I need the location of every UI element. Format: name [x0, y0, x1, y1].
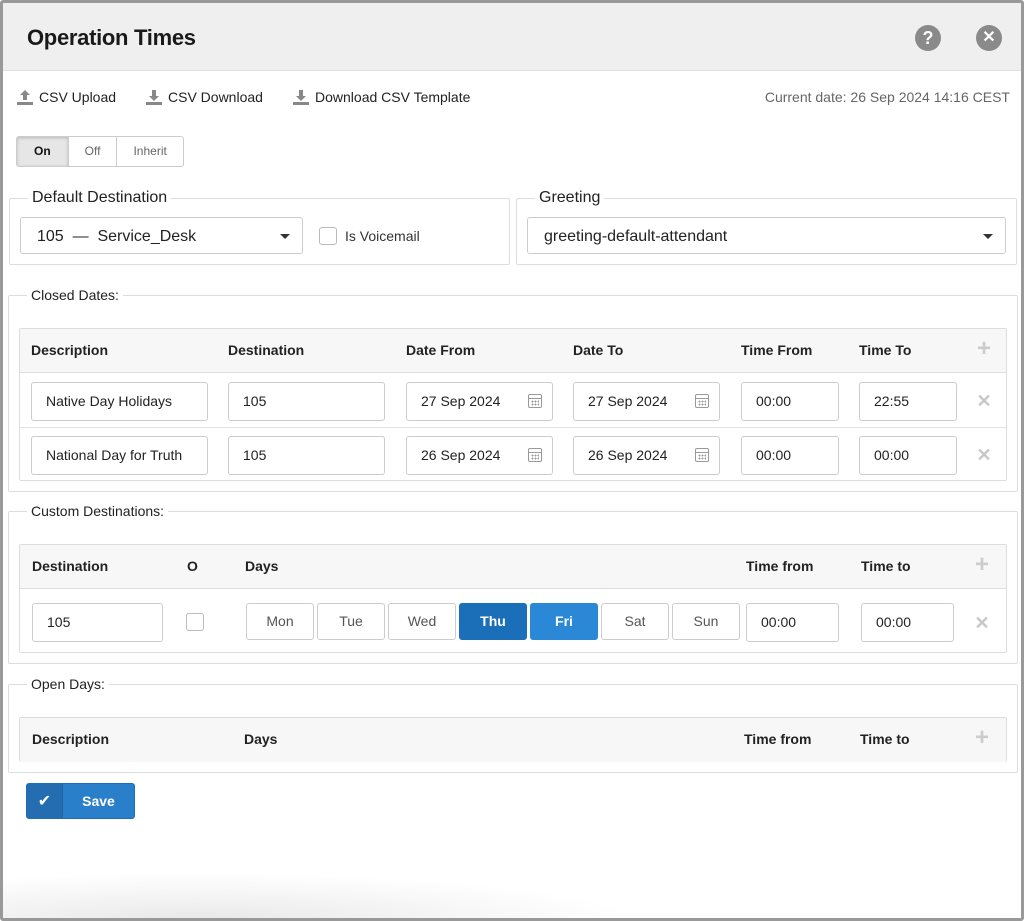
- closed-dates-legend: Closed Dates:: [31, 287, 119, 303]
- day-mon[interactable]: Mon: [246, 603, 314, 640]
- col-description: Description: [32, 731, 110, 747]
- time-to-input[interactable]: 00:00: [861, 603, 954, 642]
- col-time-from: Time From: [741, 342, 813, 358]
- date-to-value: 26 Sep 2024: [588, 447, 668, 463]
- date-from-value: 26 Sep 2024: [421, 447, 501, 463]
- greeting-legend: Greeting: [539, 189, 601, 206]
- closed-dates-header: Description Destination Date From Date T…: [20, 329, 1006, 373]
- help-icon[interactable]: ?: [915, 25, 941, 51]
- calendar-icon[interactable]: [528, 448, 542, 462]
- download-icon: [292, 88, 310, 106]
- col-time-to: Time To: [859, 342, 912, 358]
- date-from-input[interactable]: 27 Sep 2024: [406, 382, 553, 421]
- date-from-input[interactable]: 26 Sep 2024: [406, 436, 553, 475]
- date-from-value: 27 Sep 2024: [421, 393, 501, 409]
- csv-download-label: CSV Download: [168, 89, 263, 105]
- default-destination-select[interactable]: 105 — Service_Desk: [20, 217, 303, 254]
- day-sat[interactable]: Sat: [601, 603, 669, 640]
- voicemail-checkbox[interactable]: [319, 227, 337, 245]
- time-from-input[interactable]: 00:00: [741, 382, 839, 421]
- chevron-down-icon: [983, 234, 993, 239]
- col-time-from: Time from: [746, 558, 814, 574]
- calendar-icon[interactable]: [695, 448, 709, 462]
- time-from-input[interactable]: 00:00: [741, 436, 839, 475]
- date-to-input[interactable]: 27 Sep 2024: [573, 382, 720, 421]
- dialog-header: Operation Times ? ✕: [3, 3, 1021, 71]
- add-custom-destination-button[interactable]: +: [972, 553, 992, 577]
- table-row: National Day for Truth 105 26 Sep 2024 2…: [20, 428, 1006, 482]
- day-wed[interactable]: Wed: [388, 603, 456, 640]
- custom-destinations-header: Destination O Days Time from Time to +: [20, 545, 1006, 589]
- time-to-input[interactable]: 00:00: [859, 436, 957, 475]
- time-to-input[interactable]: 22:55: [859, 382, 957, 421]
- table-row: Native Day Holidays 105 27 Sep 2024 27 S…: [20, 374, 1006, 428]
- col-description: Description: [31, 342, 109, 358]
- date-to-value: 27 Sep 2024: [588, 393, 668, 409]
- save-button[interactable]: ✔ Save: [26, 783, 135, 819]
- description-input[interactable]: Native Day Holidays: [31, 382, 208, 421]
- check-icon: ✔: [27, 784, 63, 818]
- col-o: O: [187, 558, 198, 574]
- current-date: Current date: 26 Sep 2024 14:16 CEST: [764, 89, 1010, 105]
- remove-row-icon[interactable]: ✕: [976, 446, 992, 464]
- destination-input[interactable]: 105: [228, 382, 385, 421]
- description-input[interactable]: National Day for Truth: [31, 436, 208, 475]
- operation-times-dialog: Operation Times ? ✕ CSV Upload CSV Downl…: [0, 0, 1024, 921]
- col-time-to: Time to: [860, 731, 910, 747]
- col-date-to: Date To: [573, 342, 624, 358]
- day-fri[interactable]: Fri: [530, 603, 598, 640]
- o-checkbox[interactable]: [186, 613, 204, 631]
- custom-destinations-table: Destination O Days Time from Time to + 1…: [19, 544, 1007, 653]
- day-thu[interactable]: Thu: [459, 603, 527, 640]
- col-destination: Destination: [228, 342, 305, 358]
- col-date-from: Date From: [406, 342, 476, 358]
- open-days-legend: Open Days:: [31, 676, 105, 692]
- closed-dates-table: Description Destination Date From Date T…: [19, 328, 1007, 481]
- add-closed-date-button[interactable]: +: [974, 337, 994, 361]
- bottom-shadow: [3, 873, 643, 918]
- dialog-title: Operation Times: [27, 25, 196, 50]
- col-time-from: Time from: [744, 731, 812, 747]
- col-days: Days: [244, 731, 278, 747]
- add-open-day-button[interactable]: +: [972, 726, 992, 750]
- calendar-icon[interactable]: [695, 394, 709, 408]
- download-icon: [145, 88, 163, 106]
- open-days-table: Description Days Time from Time to +: [19, 717, 1007, 762]
- voicemail-label: Is Voicemail: [345, 228, 420, 244]
- date-to-input[interactable]: 26 Sep 2024: [573, 436, 720, 475]
- destination-input[interactable]: 105: [32, 603, 163, 642]
- toggle-inherit[interactable]: Inherit: [117, 137, 183, 166]
- col-destination: Destination: [32, 558, 109, 574]
- greeting-value: greeting-default-attendant: [544, 228, 728, 245]
- mode-toggle: On Off Inherit: [16, 136, 184, 167]
- csv-upload-link[interactable]: CSV Upload: [16, 85, 116, 109]
- time-from-input[interactable]: 00:00: [746, 603, 839, 642]
- day-tue[interactable]: Tue: [317, 603, 385, 640]
- col-time-to: Time to: [861, 558, 911, 574]
- table-row: 105 Mon Tue Wed Thu Fri Sat Sun 00:00 00…: [20, 590, 1006, 654]
- calendar-icon[interactable]: [528, 394, 542, 408]
- open-days-header: Description Days Time from Time to +: [20, 718, 1006, 762]
- custom-destinations-legend: Custom Destinations:: [31, 503, 165, 519]
- csv-download-link[interactable]: CSV Download: [145, 85, 263, 109]
- default-destination-value: 105 — Service_Desk: [37, 228, 197, 245]
- remove-row-icon[interactable]: ✕: [974, 614, 990, 632]
- greeting-select[interactable]: greeting-default-attendant: [527, 217, 1006, 254]
- destination-input[interactable]: 105: [228, 436, 385, 475]
- upload-icon: [16, 88, 34, 106]
- col-days: Days: [245, 558, 279, 574]
- download-template-link[interactable]: Download CSV Template: [292, 85, 470, 109]
- chevron-down-icon: [280, 234, 290, 239]
- default-destination-legend: Default Destination: [32, 189, 168, 206]
- toggle-off[interactable]: Off: [68, 137, 118, 166]
- download-template-label: Download CSV Template: [315, 89, 471, 105]
- days-selector: Mon Tue Wed Thu Fri Sat Sun: [246, 603, 740, 640]
- close-icon[interactable]: ✕: [976, 25, 1002, 51]
- remove-row-icon[interactable]: ✕: [976, 392, 992, 410]
- toggle-on[interactable]: On: [17, 137, 69, 166]
- day-sun[interactable]: Sun: [672, 603, 740, 640]
- save-label: Save: [82, 793, 115, 809]
- csv-upload-label: CSV Upload: [39, 89, 117, 105]
